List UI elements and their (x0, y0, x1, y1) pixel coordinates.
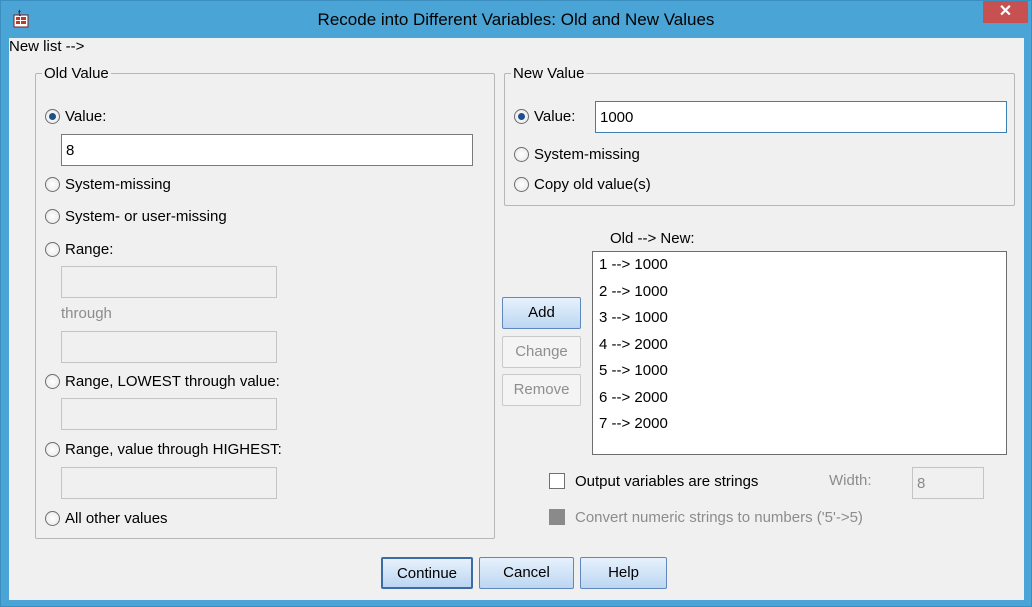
radio-checked-icon (45, 108, 60, 124)
system-or-user-missing-radio[interactable]: System- or user-missing (45, 206, 227, 226)
convert-numeric-checkbox[interactable]: Convert numeric strings to numbers ('5'-… (549, 506, 863, 528)
range-lowest-radio[interactable]: Range, LOWEST through value: (45, 371, 280, 391)
continue-button[interactable]: Continue (381, 557, 473, 589)
radio-icon (514, 146, 529, 162)
cancel-button[interactable]: Cancel (479, 557, 574, 589)
list-item[interactable]: 2 --> 1000 (593, 279, 1006, 306)
dialog-window: t Recode into Different Variables: Old a… (0, 0, 1032, 607)
range-highest-radio[interactable]: Range, value through HIGHEST: (45, 439, 282, 459)
list-item[interactable]: 1 --> 1000 (593, 252, 1006, 279)
change-button[interactable]: Change (502, 336, 581, 368)
range-lowest-label: Range, LOWEST through value: (65, 372, 280, 390)
list-item[interactable]: 5 --> 1000 (593, 358, 1006, 385)
through-label: through (61, 305, 112, 322)
dialog-body: Old Value Value: System-missing System- … (9, 38, 1024, 600)
old-value-legend: Old Value (44, 65, 109, 82)
old-value-radio[interactable]: Value: (45, 106, 106, 126)
new-system-missing-radio[interactable]: System-missing (514, 144, 640, 164)
old-value-label: Value: (65, 107, 107, 125)
new-system-missing-label: System-missing (534, 145, 640, 163)
new-value-radio[interactable]: Value: (514, 106, 575, 126)
range-label: Range: (65, 240, 114, 258)
close-button[interactable]: ✕ (983, 1, 1028, 23)
mapping-list-header: Old --> New: (610, 230, 695, 247)
radio-checked-icon (514, 108, 529, 124)
copy-old-values-label: Copy old value(s) (534, 175, 651, 193)
radio-icon (45, 241, 60, 257)
range-highest-label: Range, value through HIGHEST: (65, 440, 282, 458)
width-input[interactable] (912, 467, 984, 499)
old-value-input[interactable] (61, 134, 473, 166)
help-button[interactable]: Help (580, 557, 667, 589)
copy-old-values-radio[interactable]: Copy old value(s) (514, 174, 651, 194)
new-value-label: Value: (534, 107, 576, 125)
convert-numeric-label: Convert numeric strings to numbers ('5'-… (575, 508, 863, 526)
range-lowest-input[interactable] (61, 398, 277, 430)
range-to-input[interactable] (61, 331, 277, 363)
range-from-input[interactable] (61, 266, 277, 298)
checkbox-icon (549, 509, 565, 525)
radio-icon (45, 373, 60, 389)
radio-icon (514, 176, 529, 192)
remove-button[interactable]: Remove (502, 374, 581, 406)
width-label: Width: (829, 472, 872, 489)
mapping-list[interactable]: 1 --> 1000 2 --> 1000 3 --> 1000 4 --> 2… (592, 251, 1007, 455)
system-or-user-missing-label: System- or user-missing (65, 207, 227, 225)
radio-icon (45, 510, 60, 526)
window-title: Recode into Different Variables: Old and… (317, 10, 715, 29)
new-value-input[interactable] (595, 101, 1007, 133)
output-strings-label: Output variables are strings (575, 472, 759, 490)
checkbox-icon (549, 473, 565, 489)
old-system-missing-radio[interactable]: System-missing (45, 174, 171, 194)
range-radio[interactable]: Range: (45, 239, 113, 259)
all-other-values-radio[interactable]: All other values (45, 508, 168, 528)
list-item[interactable]: 4 --> 2000 (593, 332, 1006, 359)
radio-icon (45, 208, 60, 224)
title-bar[interactable]: t Recode into Different Variables: Old a… (1, 1, 1031, 38)
new-value-legend: New Value (513, 65, 585, 82)
range-highest-input[interactable] (61, 467, 277, 499)
output-strings-checkbox[interactable]: Output variables are strings (549, 470, 758, 492)
radio-icon (45, 176, 60, 192)
radio-icon (45, 441, 60, 457)
all-other-values-label: All other values (65, 509, 168, 527)
list-item[interactable]: 7 --> 2000 (593, 411, 1006, 438)
list-item[interactable]: 3 --> 1000 (593, 305, 1006, 332)
add-button[interactable]: Add (502, 297, 581, 329)
list-item[interactable]: 6 --> 2000 (593, 385, 1006, 412)
old-system-missing-label: System-missing (65, 175, 171, 193)
